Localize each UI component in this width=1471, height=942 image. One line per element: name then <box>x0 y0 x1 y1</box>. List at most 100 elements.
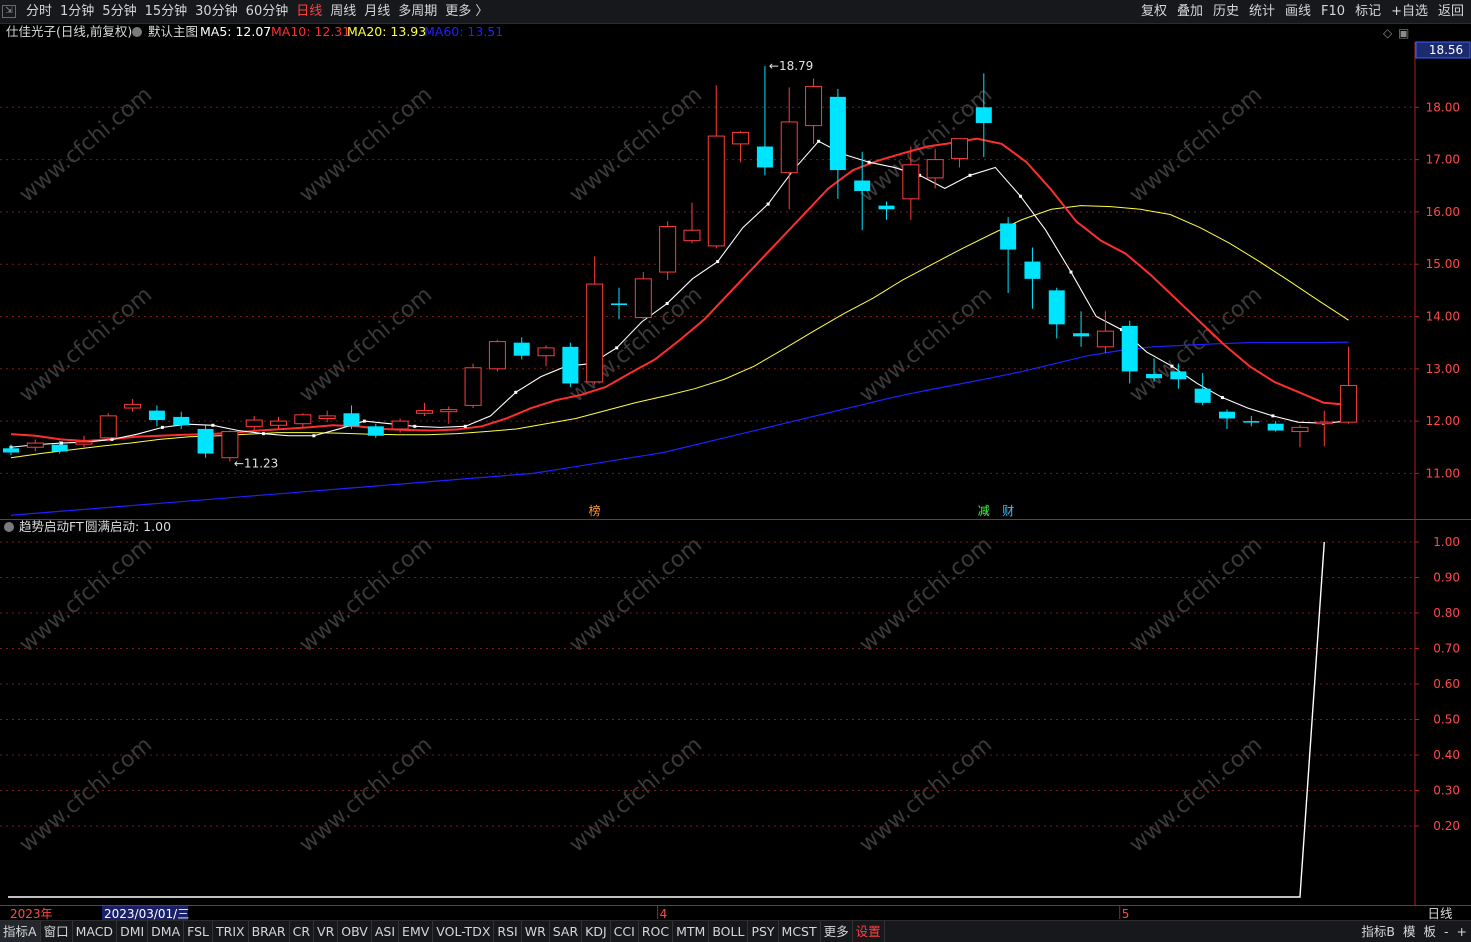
indicator-tab-24[interactable]: 更多 <box>821 921 853 942</box>
indicator-tab-23[interactable]: MCST <box>779 921 821 942</box>
tool-button-4[interactable]: 画线 <box>1280 0 1316 24</box>
period-tab-3[interactable]: 15分钟 <box>141 0 192 24</box>
indicator-tab-7[interactable]: BRAR <box>249 921 290 942</box>
indicator-tab-22[interactable]: PSY <box>748 921 779 942</box>
indicator-tab-3[interactable]: DMI <box>117 921 149 942</box>
month-label-1: 5 <box>1122 907 1130 920</box>
ma-legend-2: MA20: 13.93 <box>347 24 426 39</box>
high-price-label: ←18.79 <box>769 59 813 73</box>
indicator-tab-5[interactable]: FSL <box>184 921 214 942</box>
indicator-tab-4[interactable]: DMA <box>148 921 185 942</box>
candle-body-24 <box>586 283 604 383</box>
ma5-dot-42 <box>1069 270 1073 274</box>
sub-tick-label-5: 0.50 <box>1433 713 1460 727</box>
period-tab-8[interactable]: 月线 <box>360 0 394 24</box>
indicator-tab-9[interactable]: VR <box>314 921 339 942</box>
indicator-tab-21[interactable]: BOLL <box>709 921 749 942</box>
period-tab-0[interactable]: 分时 <box>22 0 56 24</box>
sub-tick-label-3: 0.70 <box>1433 642 1460 656</box>
candle-body-21 <box>513 342 530 356</box>
tool-button-8[interactable]: 返回 <box>1433 0 1469 24</box>
bottom-tool-0[interactable]: 指标B <box>1357 921 1399 942</box>
bottom-tool-4[interactable]: + <box>1453 921 1471 942</box>
candle-body-34 <box>829 96 846 171</box>
ma5-dot-46 <box>1170 364 1174 368</box>
candle-body-55 <box>1340 385 1358 423</box>
y-tick-label-2: 16.00 <box>1426 205 1460 219</box>
candle-29 <box>707 85 725 249</box>
indicator-tab-2[interactable]: MACD <box>73 921 118 942</box>
candle-body-18 <box>440 409 458 413</box>
candle-25 <box>611 287 627 320</box>
indicator-tab-25[interactable]: 设置 <box>853 921 885 942</box>
ma5-dot-28 <box>716 260 720 264</box>
period-tab-10[interactable]: 更多 〉 <box>441 0 492 24</box>
period-tab-5[interactable]: 60分钟 <box>242 0 293 24</box>
y-tick-label-6: 12.00 <box>1426 414 1460 428</box>
indicator-tab-12[interactable]: EMV <box>399 921 434 942</box>
watermark-text-13: www.cfchi.com <box>855 532 997 657</box>
chart-legend: 仕佳光子(日线,前复权) 默认主图 MA5: 12.07 MA10: 12.31MA2… <box>4 24 1409 534</box>
indicator-tab-17[interactable]: KDJ <box>582 921 611 942</box>
indicator-tab-0[interactable]: 指标A <box>0 921 41 942</box>
sub-tick-label-2: 0.80 <box>1433 606 1460 620</box>
period-tab-1[interactable]: 1分钟 <box>56 0 98 24</box>
candle-body-50 <box>1219 411 1235 419</box>
candle-body-54 <box>1315 421 1333 425</box>
period-tab-4[interactable]: 30分钟 <box>191 0 242 24</box>
candle-33 <box>805 78 823 144</box>
template-name: 默认主图 <box>148 24 198 39</box>
bottom-tool-3[interactable]: - <box>1440 921 1453 942</box>
tool-button-0[interactable]: 复权 <box>1136 0 1172 24</box>
last-price-tag-label: 18.56 <box>1429 43 1463 57</box>
candle-body-10 <box>245 419 263 427</box>
candle-body-15 <box>367 426 384 436</box>
watermark-text-14: www.cfchi.com <box>1125 532 1267 657</box>
tool-button-6[interactable]: 标记 <box>1350 0 1386 24</box>
watermark-text-4: www.cfchi.com <box>1125 82 1267 207</box>
watermark-text-19: www.cfchi.com <box>1125 732 1267 857</box>
period-tabs: 分时 1分钟 5分钟 15分钟 30分钟 60分钟 日线 周线 月线 多周期 更多 〉 <box>22 0 492 24</box>
watermark-layer: www.cfchi.com www.cfchi.com www.cfchi.com w… <box>15 82 1267 857</box>
tool-button-7[interactable]: +自选 <box>1386 0 1433 24</box>
candlestick-series <box>3 65 1358 462</box>
tool-button-2[interactable]: 历史 <box>1208 0 1244 24</box>
time-axis: 2023年 2023/03/01/三 4 5 日线 <box>10 906 1453 920</box>
indicator-tab-16[interactable]: SAR <box>550 921 583 942</box>
period-tab-6[interactable]: 日线 <box>292 0 326 24</box>
indicator-tab-20[interactable]: MTM <box>673 921 710 942</box>
indicator-tab-18[interactable]: CCI <box>611 921 639 942</box>
candle-body-51 <box>1243 421 1260 423</box>
indicator-tab-1[interactable]: 窗口 <box>41 921 73 942</box>
candle-body-47 <box>1146 374 1163 379</box>
candle-body-6 <box>148 410 165 421</box>
tool-button-5[interactable]: F10 <box>1316 0 1350 24</box>
candle-42 <box>1024 247 1041 309</box>
indicator-tab-13[interactable]: VOL-TDX <box>433 921 495 942</box>
candle-17 <box>415 402 433 416</box>
kline-chart[interactable]: www.cfchi.com www.cfchi.com www.cfchi.com w… <box>0 24 1471 920</box>
candle-27 <box>659 221 677 280</box>
bottom-tool-2[interactable]: 板 <box>1419 921 1440 942</box>
period-tab-2[interactable]: 5分钟 <box>98 0 140 24</box>
tool-button-3[interactable]: 统计 <box>1244 0 1280 24</box>
indicator-tab-8[interactable]: CR <box>290 921 315 942</box>
indicator-tab-19[interactable]: ROC <box>639 921 674 942</box>
candle-body-7 <box>173 416 190 426</box>
indicator-tab-11[interactable]: ASI <box>372 921 400 942</box>
candle-55 <box>1340 346 1358 424</box>
candle-body-53 <box>1291 426 1309 433</box>
indicator-tab-14[interactable]: RSI <box>494 921 522 942</box>
indicator-tab-15[interactable]: WR <box>522 921 550 942</box>
period-tab-9[interactable]: 多周期 <box>394 0 441 24</box>
bottom-tool-1[interactable]: 模 <box>1399 921 1420 942</box>
period-tab-7[interactable]: 周线 <box>326 0 360 24</box>
indicator-tab-10[interactable]: OBV <box>338 921 372 942</box>
indicator-tab-6[interactable]: TRIX <box>213 921 249 942</box>
candle-body-52 <box>1267 423 1284 431</box>
candle-body-17 <box>415 410 433 414</box>
restore-window-icon[interactable]: ⇲ <box>2 5 16 18</box>
tool-button-1[interactable]: 叠加 <box>1172 0 1208 24</box>
watermark-text-12: www.cfchi.com <box>565 532 707 657</box>
candle-24 <box>586 256 604 385</box>
